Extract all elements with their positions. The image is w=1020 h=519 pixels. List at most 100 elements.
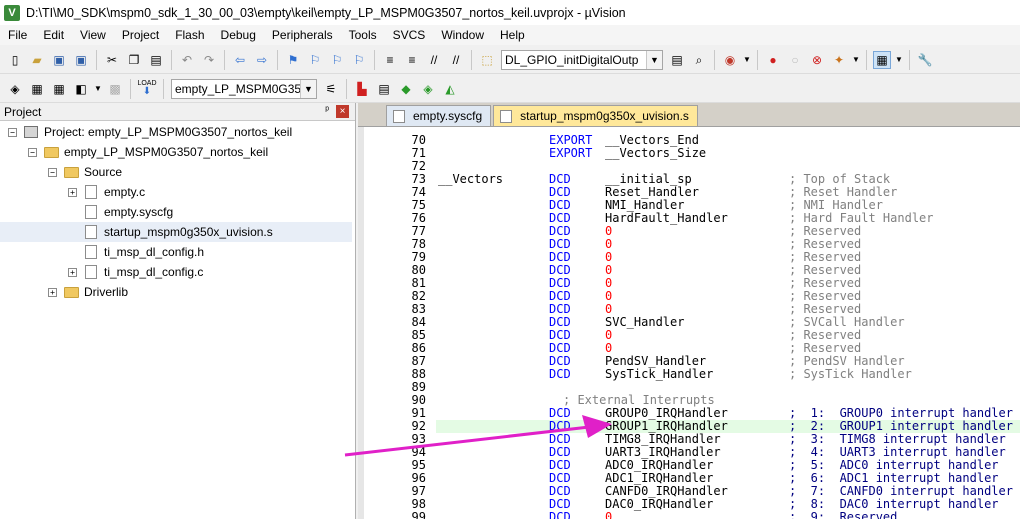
tab-empty-syscfg[interactable]: empty.syscfg	[386, 105, 492, 126]
menu-peripherals[interactable]: Peripherals	[264, 28, 341, 42]
tree-item[interactable]: − empty_LP_MSPM0G3507_nortos_keil	[0, 142, 352, 162]
file-icon	[83, 245, 99, 259]
collapse-icon[interactable]: −	[8, 127, 17, 137]
menu-edit[interactable]: Edit	[35, 28, 72, 42]
tree-item[interactable]: + empty.c	[0, 182, 352, 202]
find-combo[interactable]: DL_GPIO_initDigitalOutp ▼	[501, 49, 663, 70]
pin-icon[interactable]: ᵖ	[325, 105, 329, 116]
indent-icon[interactable]: ≡	[381, 51, 399, 69]
code-directive: DCD	[549, 510, 571, 519]
tab-startup-file[interactable]: startup_mspm0g350x_uvision.s	[493, 105, 698, 126]
icon-shape	[63, 286, 79, 298]
close-icon[interactable]: ×	[336, 105, 349, 118]
chevron-down-icon[interactable]: ▼	[646, 50, 662, 69]
chevron-down-icon[interactable]: ▼	[743, 51, 751, 69]
uncomment-icon[interactable]: //	[447, 51, 465, 69]
target-combo[interactable]: empty_LP_MSPM0G3507_▼	[171, 78, 317, 99]
select-packs-icon[interactable]: ▤	[375, 80, 393, 98]
collapse-icon[interactable]: −	[48, 167, 57, 177]
event-recorder-icon[interactable]: ◭	[441, 80, 459, 98]
manage-rte-icon[interactable]: ◆	[397, 80, 415, 98]
tree-item[interactable]: − Source	[0, 162, 352, 182]
tree-item[interactable]: empty.syscfg	[0, 202, 352, 222]
code-operand: DAC0_IRQHandler	[605, 497, 714, 511]
cut-icon[interactable]: ✂	[103, 51, 121, 69]
window-layout-icon[interactable]: ▦	[873, 50, 891, 69]
tree-item-label: ti_msp_dl_config.h	[104, 245, 205, 259]
redo-icon[interactable]: ↷	[200, 51, 218, 69]
stop-build-icon[interactable]: ▩	[106, 80, 124, 98]
folder-icon	[63, 165, 79, 179]
tree-item[interactable]: + Driverlib	[0, 282, 352, 302]
menu-debug[interactable]: Debug	[213, 28, 264, 42]
copy-icon[interactable]: ❐	[125, 51, 143, 69]
build-icon[interactable]: ▦	[28, 80, 46, 98]
toolbar-separator	[277, 49, 278, 70]
breakpoint-icon[interactable]: ●	[764, 51, 782, 69]
toolbar-separator	[163, 78, 164, 99]
folder-icon	[63, 285, 79, 299]
pack-installer-icon[interactable]: ◈	[419, 80, 437, 98]
expand-icon[interactable]: +	[68, 267, 77, 277]
configure-icon[interactable]: 🔧	[916, 51, 934, 69]
disable-all-breakpoints-icon[interactable]: ⊗	[808, 51, 826, 69]
comment-icon[interactable]: //	[425, 51, 443, 69]
translate-icon[interactable]: ◈	[6, 80, 24, 98]
batch-build-icon[interactable]: ◧	[72, 80, 90, 98]
collapse-icon[interactable]: −	[28, 147, 37, 157]
menu-project[interactable]: Project	[114, 28, 167, 42]
icon-shape	[85, 205, 97, 219]
kill-breakpoints-icon[interactable]: ✦	[830, 51, 848, 69]
nav-forward-icon[interactable]: ⇨	[253, 51, 271, 69]
undo-icon[interactable]: ↶	[178, 51, 196, 69]
disable-breakpoint-icon[interactable]: ○	[786, 51, 804, 69]
incremental-find-icon[interactable]: ▤	[668, 51, 686, 69]
chevron-down-icon[interactable]: ▼	[895, 51, 903, 69]
rebuild-icon[interactable]: ▦	[50, 80, 68, 98]
tree-item[interactable]: − Project: empty_LP_MSPM0G3507_nortos_kei…	[0, 122, 352, 142]
code-view[interactable]: 70 EXPORT __Vectors_End 71 EXPORT __Vectors_S…	[358, 127, 1020, 519]
menu-file[interactable]: File	[0, 28, 35, 42]
menu-help[interactable]: Help	[492, 28, 533, 42]
save-all-icon[interactable]: ▣	[72, 51, 90, 69]
unindent-icon[interactable]: ≡	[403, 51, 421, 69]
next-bookmark-icon[interactable]: ⚐	[328, 51, 346, 69]
code-operand: SVC_Handler	[605, 315, 685, 329]
project-panel: Project ᵖ × − Project: empty_LP_MSPM0G350…	[0, 103, 356, 519]
menu-flash[interactable]: Flash	[167, 28, 212, 42]
chevron-down-icon[interactable]: ▼	[852, 51, 860, 69]
bookmark-icon[interactable]: ⚑	[284, 51, 302, 69]
tree-item[interactable]: + ti_msp_dl_config.c	[0, 262, 352, 282]
prev-bookmark-icon[interactable]: ⚐	[306, 51, 324, 69]
tree-item[interactable]: ti_msp_dl_config.h	[0, 242, 352, 262]
open-folder-icon[interactable]: ▰	[28, 51, 46, 69]
tree-item[interactable]: startup_mspm0g350x_uvision.s	[0, 222, 352, 242]
target-options-icon[interactable]: ⚟	[322, 80, 340, 98]
debug-session-icon[interactable]: ◉	[721, 51, 739, 69]
code-directive: EXPORT	[549, 146, 593, 160]
new-file-icon[interactable]: ▯	[6, 51, 24, 69]
title-bar: V D:\TI\M0_SDK\mspm0_sdk_1_30_00_03\empt…	[0, 0, 1020, 25]
nav-back-icon[interactable]: ⇦	[231, 51, 249, 69]
uvision-app-icon: V	[4, 4, 20, 21]
manage-project-items-icon[interactable]: ▙	[353, 80, 371, 98]
save-icon[interactable]: ▣	[50, 51, 68, 69]
toolbar-separator	[714, 49, 715, 70]
tab-label: startup_mspm0g350x_uvision.s	[520, 109, 689, 123]
file-icon	[83, 205, 99, 219]
load-download-icon[interactable]: LOAD ⬇	[137, 80, 157, 98]
paste-icon[interactable]: ▤	[147, 51, 165, 69]
chevron-down-icon[interactable]: ▼	[94, 80, 102, 98]
folder-icon	[43, 145, 59, 159]
chevron-down-icon[interactable]: ▼	[300, 79, 316, 98]
menu-view[interactable]: View	[72, 28, 114, 42]
icon-shape	[85, 265, 97, 279]
menu-tools[interactable]: Tools	[341, 28, 385, 42]
find-in-files-icon[interactable]: ⬚	[478, 51, 496, 69]
menu-svcs[interactable]: SVCS	[385, 28, 434, 42]
expand-icon[interactable]: +	[68, 187, 77, 197]
find-icon[interactable]: ⌕	[690, 51, 708, 69]
expand-icon[interactable]: +	[48, 287, 57, 297]
menu-window[interactable]: Window	[433, 28, 492, 42]
clear-bookmarks-icon[interactable]: ⚐	[350, 51, 368, 69]
